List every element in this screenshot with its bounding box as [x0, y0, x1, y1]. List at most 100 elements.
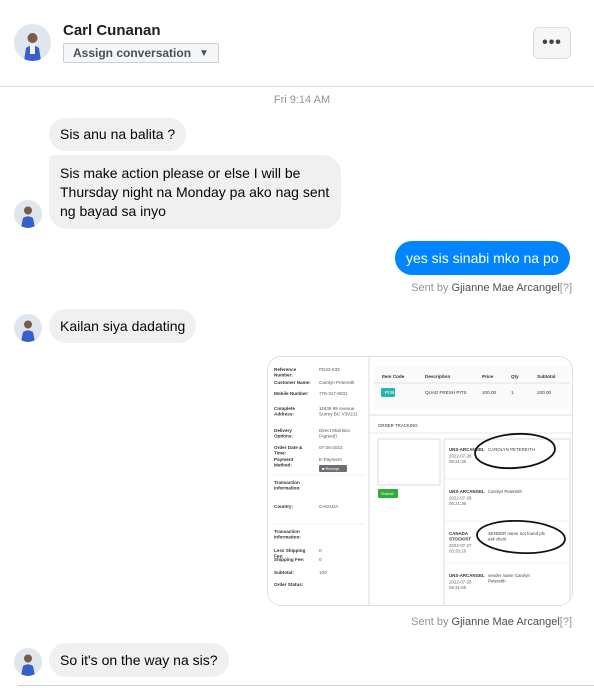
attachment-image: ReferenceNumber: PD43-532 Customer Name: Ca… [268, 357, 572, 605]
tracking-date: 2022-07-28 [449, 496, 472, 501]
field-label: Method: [274, 463, 292, 468]
tracking-note: Carolyn Petereith [488, 489, 522, 494]
field-label: Address: [274, 412, 294, 417]
receipt-label: ■ Receipt [322, 466, 340, 471]
table-cell: PI36 [385, 390, 395, 395]
table-cell: 100.00 [482, 390, 496, 395]
help-link[interactable]: [?] [560, 282, 572, 294]
more-options-button[interactable]: ••• [533, 27, 571, 59]
incoming-message[interactable]: Kailan siya dadating [49, 309, 197, 343]
field-label: Shipping Fee: [274, 557, 305, 562]
table-header: Subtotal [537, 374, 555, 379]
tracking-date: 03:33:16 [449, 549, 467, 554]
field-label: Subtotal: [274, 570, 294, 575]
field-label: Country: [274, 504, 294, 509]
contact-name: Carl Cunanan [63, 22, 161, 39]
message-text: Sis make action please or else I will be… [60, 165, 330, 219]
field-value: E-Payment [319, 457, 342, 462]
table-header: Item Code [382, 374, 405, 379]
screenshot-attachment[interactable]: Reference Number: PD43-532 Customer Name: Ca… [267, 356, 573, 606]
sent-by-prefix: Sent by [411, 616, 452, 628]
field-value: 0 [319, 557, 322, 562]
tracking-date: 06:21:36 [449, 459, 467, 464]
sender-avatar [14, 648, 42, 676]
field-label: Information: [274, 535, 301, 540]
outgoing-message[interactable]: yes sis sinabi mko na po [395, 241, 570, 275]
tracking-date: 2022-07-27 [449, 543, 472, 548]
tracking-author: CANADA [449, 531, 469, 536]
field-value: Direct Mail Box [319, 428, 351, 433]
tracking-title: ORDER TRACKING [378, 423, 418, 428]
field-label: Order Status: [274, 582, 304, 587]
sent-by-note: Sent by Gjianne Mae Arcangel[?] [411, 282, 572, 294]
field-label: Complete [274, 406, 295, 411]
message-text: Sis anu na balita ? [60, 126, 176, 142]
table-header: Qty [511, 374, 519, 379]
message-text: yes sis sinabi mko na po [406, 250, 559, 266]
sender-avatar [14, 314, 42, 342]
tracking-note: sender name Carolyn [488, 573, 531, 578]
field-value: 0 [319, 548, 322, 553]
tracking-author: STOCKIST [449, 537, 471, 542]
tracking-note: CAROLYN PETEREITH [488, 447, 535, 452]
field-value: CANADA [319, 504, 339, 509]
field-value: 100 [319, 570, 327, 575]
field-value: Surrey BC V3V2J1 [319, 412, 358, 417]
field-label: Order Date & [274, 445, 303, 450]
agent-name[interactable]: Gjianne Mae Arcangel [452, 282, 560, 294]
field-value: Carolyn Petereith [319, 380, 355, 385]
more-icon: ••• [542, 34, 562, 51]
field-value: PD43-532 [319, 367, 340, 372]
field-label: Payment [274, 457, 294, 462]
order-table-bg [374, 366, 570, 410]
tracking-note: Petereith [488, 579, 506, 584]
message-text: So it's on the way na sis? [60, 651, 218, 668]
table-header: Description [425, 374, 450, 379]
field-value: 778-317-5831 [319, 391, 348, 396]
table-header: Price [482, 374, 494, 379]
tracking-note-box [377, 438, 441, 486]
field-label: Time: [274, 451, 287, 456]
submit-label: Submit [381, 491, 394, 496]
field-label: Customer Name: [274, 380, 311, 385]
table-cell: QUAD FRESH PITS [425, 390, 467, 395]
assign-conversation-label: Assign conversation [73, 46, 192, 60]
field-label: Number: [274, 373, 293, 378]
incoming-message[interactable]: Sis anu na balita ? [49, 118, 187, 151]
tracking-date: 2022-07-28 [449, 454, 472, 459]
tracking-author: UNS-ARCANGEL [449, 573, 485, 578]
sent-by-prefix: Sent by [411, 282, 452, 294]
caret-down-icon: ▼ [199, 47, 209, 59]
tracking-date: 2022-07-26 [449, 580, 472, 585]
tracking-note: SENDER name not found pls [488, 531, 546, 536]
tracking-author: UNS-ARCANGEL [449, 447, 485, 452]
field-value: (Agreed) [319, 434, 337, 439]
tracking-date: 05:31:55 [449, 585, 467, 590]
tracking-author: UNS-ARCANGEL [449, 489, 485, 494]
table-cell: 1 [511, 390, 514, 395]
assign-conversation-button[interactable]: Assign conversation ▼ [63, 43, 219, 63]
sent-by-note: Sent by Gjianne Mae Arcangel[?] [411, 616, 572, 628]
thread-timestamp: Fri 9:14 AM [273, 94, 331, 106]
field-label: Options: [274, 434, 293, 439]
field-label: Delivery [274, 428, 292, 433]
agent-name[interactable]: Gjianne Mae Arcangel [452, 616, 560, 628]
field-value: 07-26-2022 [319, 445, 343, 450]
field-value: 11639 99 Avenue [319, 406, 355, 411]
incoming-message[interactable]: Sis make action please or else I will be… [49, 155, 341, 229]
tracking-note: ask client [488, 537, 507, 542]
incoming-message[interactable]: So it's on the way na sis? [49, 643, 229, 677]
contact-avatar[interactable] [14, 24, 51, 61]
field-label: Information: [274, 486, 301, 491]
field-label: Reference [274, 367, 297, 372]
field-label: Less Shipping [274, 548, 306, 553]
message-text: Kailan siya dadating [60, 317, 186, 334]
field-label: Transaction [274, 529, 300, 534]
field-label: Mobile Number: [274, 391, 309, 396]
table-cell: 100.00 [537, 390, 551, 395]
field-label: Transaction [274, 480, 300, 485]
help-link[interactable]: [?] [560, 616, 572, 628]
sender-avatar [14, 200, 42, 228]
tracking-date: 06:21:36 [449, 501, 467, 506]
conversation-header: Carl Cunanan Assign conversation ▼ ••• [0, 0, 594, 87]
